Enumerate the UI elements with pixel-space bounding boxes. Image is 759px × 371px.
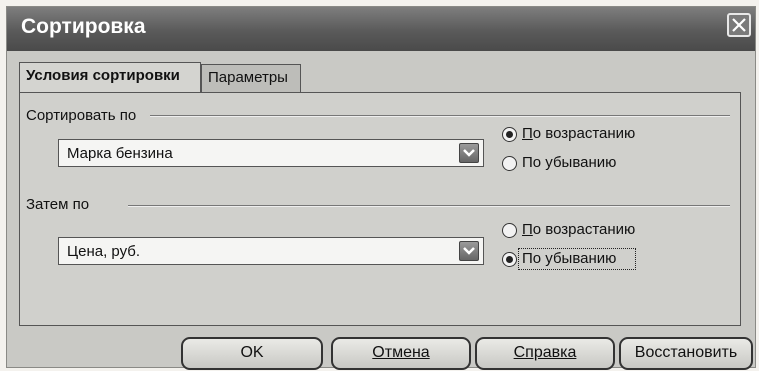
- cancel-label: Отмена: [372, 344, 430, 361]
- sort-by-value: Марка бензина: [67, 145, 173, 162]
- reset-button[interactable]: Восстановить: [619, 337, 753, 370]
- then-by-label: Затем по: [26, 196, 90, 213]
- radio-checked-icon: [502, 127, 517, 142]
- close-button[interactable]: [727, 13, 751, 37]
- then-by-desc-radio[interactable]: По убыванию: [502, 248, 702, 272]
- dropdown-button[interactable]: [459, 143, 479, 163]
- then-by-asc-label: По возрастанию: [522, 221, 636, 238]
- cancel-button[interactable]: Отмена: [331, 337, 471, 370]
- help-button[interactable]: Справка: [475, 337, 615, 370]
- divider: [150, 115, 730, 117]
- sort-by-select[interactable]: Марка бензина: [58, 139, 484, 167]
- sort-by-label: Сортировать по: [26, 107, 137, 124]
- focus-indicator: [518, 248, 636, 270]
- sort-by-asc-label: По возрастанию: [522, 125, 636, 142]
- sort-by-desc-radio[interactable]: По убыванию: [502, 154, 702, 176]
- help-label: Справка: [513, 344, 577, 361]
- tab-sort-conditions[interactable]: Условия сортировки: [19, 62, 201, 92]
- sort-dialog: Сортировка Условия сортировки Параметры …: [6, 6, 756, 370]
- close-icon: [732, 18, 746, 32]
- then-by-asc-radio[interactable]: По возрастанию: [502, 221, 702, 243]
- then-by-select[interactable]: Цена, руб.: [58, 237, 484, 265]
- radio-checked-icon: [502, 252, 517, 267]
- tab-parameters[interactable]: Параметры: [201, 64, 301, 92]
- divider: [128, 205, 730, 207]
- radio-icon: [502, 223, 517, 238]
- sort-by-desc-label: По убыванию: [522, 154, 617, 171]
- chevron-down-icon: [463, 247, 475, 255]
- then-by-value: Цена, руб.: [67, 243, 141, 260]
- sort-by-asc-radio[interactable]: По возрастанию: [502, 125, 702, 147]
- sort-conditions-panel: Сортировать по Марка бензина По возраста…: [19, 92, 741, 326]
- radio-icon: [502, 156, 517, 171]
- dialog-title: Сортировка: [21, 15, 146, 38]
- title-bar: Сортировка: [7, 7, 755, 51]
- chevron-down-icon: [463, 149, 475, 157]
- ok-button[interactable]: OK: [181, 337, 323, 370]
- dropdown-button[interactable]: [459, 241, 479, 261]
